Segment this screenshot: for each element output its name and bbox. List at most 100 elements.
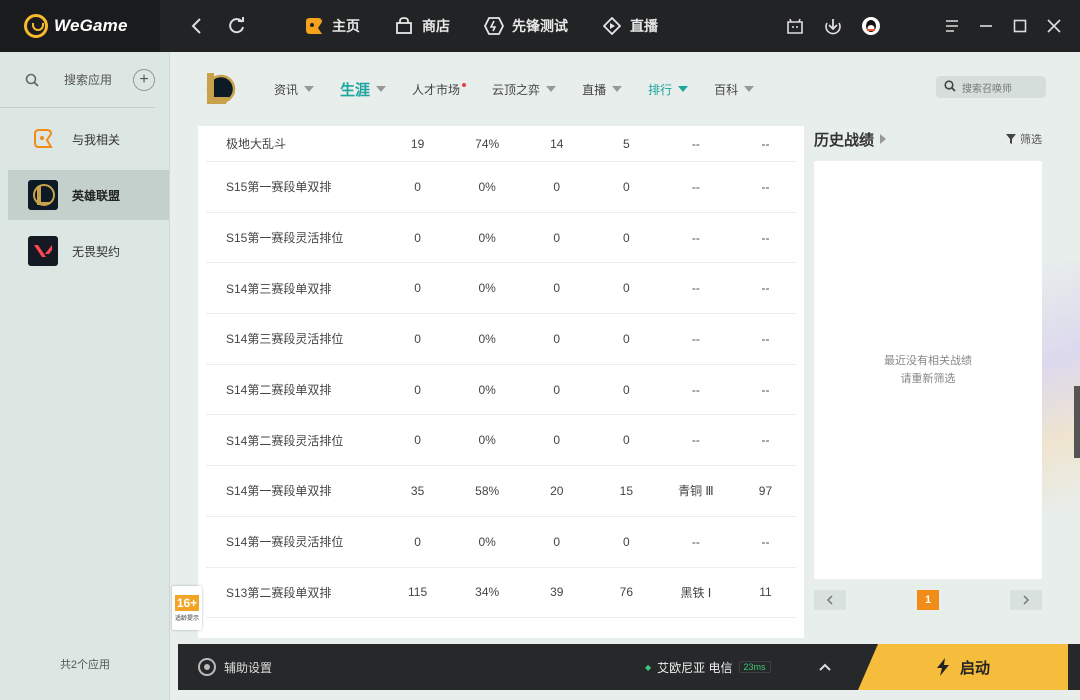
tab-label: 人才市场 (412, 82, 461, 97)
brand-name: WeGame (54, 16, 128, 35)
table-cell: 115 (408, 585, 428, 600)
back-icon[interactable] (186, 15, 208, 37)
table-row[interactable]: S14第三赛段灵活排位 0 0% 0 0 -- -- (206, 314, 796, 365)
store-icon (394, 16, 414, 36)
table-cell: 0 (414, 331, 421, 346)
launch-button[interactable]: 启动 (858, 644, 1068, 690)
empty-hint: 请重新筛选 (900, 373, 956, 385)
chevron-left-icon (826, 595, 833, 605)
table-cell: 0 (553, 281, 561, 296)
queue-name: S14第二赛段单双排 (226, 383, 332, 398)
qq-avatar-icon[interactable] (860, 15, 882, 37)
tab-label: 资讯 (274, 82, 299, 97)
sidebar-item-related[interactable]: 与我相关 (8, 114, 169, 164)
queue-name: S15第一赛段灵活排位 (226, 231, 344, 246)
table-cell: -- (691, 179, 700, 194)
filter-label: 筛选 (1020, 134, 1042, 146)
main-content: 资讯 生涯 人才市场 云顶之弈 直播 排行 百科 搜索召唤师 极地大乱斗 19 … (170, 52, 1080, 700)
nav-live[interactable]: 直播 (602, 16, 658, 36)
table-row[interactable]: S14第二赛段单双排 0 0% 0 0 -- -- (206, 365, 796, 416)
nav-store[interactable]: 商店 (394, 16, 450, 36)
home-icon (304, 16, 324, 36)
menu-icon[interactable] (944, 18, 960, 34)
table-cell: -- (761, 433, 770, 448)
table-cell: 0% (478, 534, 496, 549)
table-cell: -- (761, 230, 770, 245)
top-bar: WeGame 主页 商店 先锋测试 直播 (0, 0, 1080, 52)
table-cell: 0 (553, 179, 561, 194)
table-cell: 0 (622, 281, 630, 296)
tab-tft[interactable]: 云顶之弈 (492, 81, 557, 98)
download-icon[interactable] (822, 15, 844, 37)
refresh-icon[interactable] (226, 15, 248, 37)
table-cell: 0 (414, 230, 421, 245)
close-icon[interactable] (1046, 18, 1062, 34)
table-cell: 0% (478, 382, 496, 397)
table-cell: 0 (553, 382, 561, 397)
nav-home[interactable]: 主页 (304, 16, 360, 36)
nav-pioneer-test[interactable]: 先锋测试 (484, 16, 568, 36)
table-cell: 0 (414, 534, 421, 549)
add-app-button[interactable]: + (133, 68, 155, 91)
minimize-icon[interactable] (978, 18, 994, 34)
maximize-icon[interactable] (1012, 18, 1028, 34)
career-stats-table: 极地大乱斗 19 74% 14 5 -- -- S15第一赛段单双排 0 0% … (198, 126, 804, 638)
table-cell: -- (761, 382, 770, 397)
table-row[interactable]: S15第一赛段灵活排位 0 0% 0 0 -- -- (206, 213, 796, 264)
table-cell: 5 (622, 136, 630, 151)
table-row[interactable]: S13第二赛段单双排 115 34% 39 76 黑铁 Ⅰ 11 (206, 568, 796, 619)
sidebar-item-league-of-legends[interactable]: 英雄联盟 (8, 170, 169, 220)
tab-wiki[interactable]: 百科 (714, 81, 755, 98)
table-cell: 0 (553, 230, 561, 245)
filter-button[interactable]: 筛选 (1006, 131, 1042, 147)
queue-name: S15第一赛段单双排 (226, 180, 332, 195)
search-icon (944, 79, 956, 95)
valorant-icon (28, 236, 58, 266)
table-cell: 39 (550, 585, 564, 600)
mini-game-icon[interactable] (784, 15, 806, 37)
table-cell: -- (761, 331, 770, 346)
table-row[interactable]: S14第一赛段灵活排位 0 0% 0 0 -- -- (206, 517, 796, 568)
table-row[interactable]: S14第一赛段单双排 35 58% 20 15 青铜 Ⅲ 97 (206, 466, 796, 517)
current-page[interactable]: 1 (917, 590, 939, 610)
lol-logo-icon[interactable] (202, 71, 236, 107)
live-icon (602, 16, 622, 36)
pagination: 1 (814, 590, 1042, 610)
table-cell: 34% (475, 585, 500, 600)
table-row[interactable]: S14第二赛段灵活排位 0 0% 0 0 -- -- (206, 415, 796, 467)
table-cell: 0 (622, 331, 630, 346)
table-cell: -- (761, 136, 770, 151)
summoner-search-input[interactable]: 搜索召唤师 (936, 76, 1046, 98)
pioneer-test-icon (484, 16, 504, 36)
table-cell: 58% (475, 483, 500, 498)
chevron-up-icon[interactable] (819, 661, 831, 673)
match-history-title[interactable]: 历史战绩 (814, 129, 874, 150)
chevron-down-icon (376, 86, 387, 92)
server-selector[interactable]: ◆ 艾欧尼亚 电信 23ms (645, 659, 771, 676)
tab-talent-market[interactable]: 人才市场 (412, 81, 467, 98)
launch-label: 启动 (959, 659, 990, 677)
tab-ranking[interactable]: 排行 (648, 81, 689, 98)
table-row[interactable]: S15第一赛段单双排 0 0% 0 0 -- -- (206, 162, 796, 213)
nav-live-label: 直播 (630, 18, 658, 34)
tab-news[interactable]: 资讯 (274, 81, 315, 98)
table-cell: 0 (622, 382, 630, 397)
chevron-right-icon[interactable] (880, 134, 887, 144)
tab-career[interactable]: 生涯 (340, 79, 387, 100)
game-header: 资讯 生涯 人才市场 云顶之弈 直播 排行 百科 搜索召唤师 (170, 52, 1080, 126)
sidebar-item-valorant[interactable]: 无畏契约 (8, 226, 169, 276)
page-scrollbar[interactable] (1074, 386, 1080, 458)
next-page-button[interactable] (1010, 590, 1042, 610)
prev-page-button[interactable] (814, 590, 846, 610)
app-search[interactable]: 搜索应用 + (0, 52, 155, 108)
table-row[interactable]: 极地大乱斗 19 74% 14 5 -- -- (206, 126, 796, 162)
assist-settings-button[interactable]: 辅助设置 (198, 658, 272, 676)
sidebar-item-label: 与我相关 (72, 132, 121, 147)
launch-bar: 辅助设置 ◆ 艾欧尼亚 电信 23ms 启动 (178, 644, 1080, 690)
history-navigation (186, 15, 248, 37)
chevron-down-icon (744, 86, 755, 92)
tab-live[interactable]: 直播 (582, 81, 623, 98)
age-rating-badge[interactable]: 16+ 适龄提示 (172, 586, 202, 630)
brand[interactable]: WeGame (0, 0, 160, 52)
table-row[interactable]: S14第三赛段单双排 0 0% 0 0 -- -- (206, 263, 796, 315)
